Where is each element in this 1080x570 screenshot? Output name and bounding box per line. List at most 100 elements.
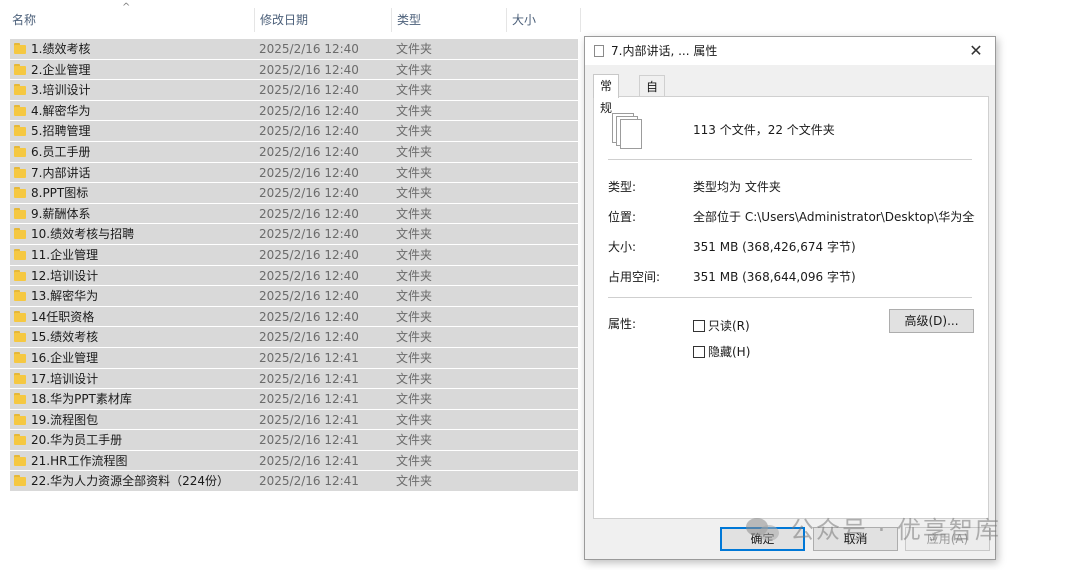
file-type: 文件夹 [396,42,433,56]
location-label: 位置: [608,210,637,224]
file-row[interactable]: 12.培训设计 2025/2/16 12:40 文件夹 [10,265,578,287]
file-name: 22.华为人力资源全部资料（224份） [31,474,229,489]
tab-custom[interactable]: 自定义 [639,75,666,138]
file-explorer: 名称 ^ 修改日期 类型 大小 1.绩效考核 2025/2/16 12:40 文件夹… [0,0,585,570]
folder-icon [14,434,26,446]
dialog-title: 7.内部讲话, ... 属性 [611,44,718,58]
checkbox-box[interactable] [693,320,705,332]
file-date: 2025/2/16 12:40 [259,309,359,324]
file-row[interactable]: 22.华为人力资源全部资料（224份） 2025/2/16 12:41 文件夹 [10,471,578,493]
folder-icon [14,372,26,384]
file-type: 文件夹 [396,453,433,468]
folder-icon [14,290,26,302]
file-name: 20.华为员工手册 [31,433,123,448]
file-date: 2025/2/16 12:41 [259,474,359,489]
folder-icon [14,248,26,260]
readonly-checkbox[interactable]: 只读(R) [693,317,750,334]
file-row[interactable]: 2.企业管理 2025/2/16 12:40 文件夹 [10,59,578,81]
file-date: 2025/2/16 12:40 [259,186,359,201]
file-name: 7.内部讲话 [31,165,91,180]
file-row[interactable]: 11.企业管理 2025/2/16 12:40 文件夹 [10,244,578,266]
file-type: 文件夹 [396,371,433,386]
folder-icon [14,104,26,116]
disk-size-label: 占用空间: [608,270,661,284]
folder-icon [14,125,26,137]
file-row[interactable]: 21.HR工作流程图 2025/2/16 12:41 文件夹 [10,450,578,472]
file-row[interactable]: 19.流程图包 2025/2/16 12:41 文件夹 [10,409,578,431]
column-divider[interactable] [254,8,255,32]
file-row[interactable]: 6.员工手册 2025/2/16 12:40 文件夹 [10,141,578,163]
general-panel: 113 个文件，22 个文件夹 类型: 类型均为 文件夹 位置: 全部位于 C:… [593,96,989,519]
file-type: 文件夹 [396,165,433,180]
file-row[interactable]: 18.华为PPT素材库 2025/2/16 12:41 文件夹 [10,389,578,410]
hidden-checkbox[interactable]: 隐藏(H) [693,343,750,360]
file-date: 2025/2/16 12:41 [259,412,359,427]
sort-ascending-icon: ^ [122,2,131,13]
file-name: 19.流程图包 [31,412,99,427]
file-row[interactable]: 7.内部讲话 2025/2/16 12:40 文件夹 [10,162,578,184]
file-date: 2025/2/16 12:40 [259,206,359,221]
folder-icon [14,207,26,219]
file-date: 2025/2/16 12:41 [259,392,359,407]
file-name: 14任职资格 [31,309,95,324]
size-label: 大小: [608,240,637,254]
folder-icon [14,145,26,157]
file-name: 16.企业管理 [31,350,99,365]
file-row[interactable]: 4.解密华为 2025/2/16 12:40 文件夹 [10,100,578,122]
file-row[interactable]: 1.绩效考核 2025/2/16 12:40 文件夹 [10,39,578,60]
column-date-header[interactable]: 修改日期 [258,6,390,34]
column-divider[interactable] [506,8,507,32]
file-row[interactable]: 10.绩效考核与招聘 2025/2/16 12:40 文件夹 [10,224,578,245]
file-name: 8.PPT图标 [31,186,89,201]
column-divider[interactable] [391,8,392,32]
close-button[interactable]: ✕ [963,39,989,63]
file-date: 2025/2/16 12:40 [259,42,359,56]
file-name: 15.绩效考核 [31,330,99,345]
folder-icon [14,351,26,363]
folder-icon [14,269,26,281]
type-value: 类型均为 文件夹 [693,180,781,194]
files-icon [591,45,604,62]
file-row[interactable]: 8.PPT图标 2025/2/16 12:40 文件夹 [10,183,578,204]
file-row[interactable]: 3.培训设计 2025/2/16 12:40 文件夹 [10,80,578,101]
column-date-label: 修改日期 [260,13,309,27]
file-date: 2025/2/16 12:40 [259,268,359,283]
file-row[interactable]: 14任职资格 2025/2/16 12:40 文件夹 [10,306,578,328]
selection-summary: 113 个文件，22 个文件夹 [693,123,835,137]
folder-icon [14,43,26,54]
attributes-label: 属性: [608,317,637,331]
column-divider[interactable] [580,8,581,32]
hidden-label: 隐藏(H) [708,345,751,359]
file-row[interactable]: 13.解密华为 2025/2/16 12:40 文件夹 [10,286,578,307]
column-name-header[interactable]: 名称 [10,6,255,34]
file-name: 1.绩效考核 [31,42,91,56]
file-name: 4.解密华为 [31,103,91,118]
folder-icon [14,310,26,322]
advanced-button[interactable]: 高级(D)... [889,309,974,333]
file-row[interactable]: 17.培训设计 2025/2/16 12:41 文件夹 [10,368,578,390]
column-type-header[interactable]: 类型 [395,6,505,34]
file-date: 2025/2/16 12:41 [259,453,359,468]
file-row[interactable]: 9.薪酬体系 2025/2/16 12:40 文件夹 [10,203,578,225]
file-name: 17.培训设计 [31,371,99,386]
dialog-titlebar[interactable]: 7.内部讲话, ... 属性 ✕ [585,37,995,65]
file-name: 9.薪酬体系 [31,206,91,221]
file-type: 文件夹 [396,144,433,159]
file-name: 3.培训设计 [31,83,91,98]
file-row[interactable]: 15.绩效考核 2025/2/16 12:40 文件夹 [10,327,578,348]
file-row[interactable]: 20.华为员工手册 2025/2/16 12:41 文件夹 [10,430,578,451]
column-size-header[interactable]: 大小 [510,6,580,34]
file-type: 文件夹 [396,474,433,489]
file-row[interactable]: 5.招聘管理 2025/2/16 12:40 文件夹 [10,121,578,142]
file-row[interactable]: 16.企业管理 2025/2/16 12:41 文件夹 [10,347,578,369]
file-date: 2025/2/16 12:40 [259,247,359,262]
column-header: 名称 ^ 修改日期 类型 大小 [0,2,585,34]
file-type: 文件夹 [396,247,433,262]
file-type: 文件夹 [396,103,433,118]
file-type: 文件夹 [396,392,433,407]
file-date: 2025/2/16 12:41 [259,433,359,448]
file-name: 5.招聘管理 [31,124,91,139]
tab-general[interactable]: 常规 [593,74,620,115]
file-name: 6.员工手册 [31,144,91,159]
checkbox-box[interactable] [693,346,705,358]
